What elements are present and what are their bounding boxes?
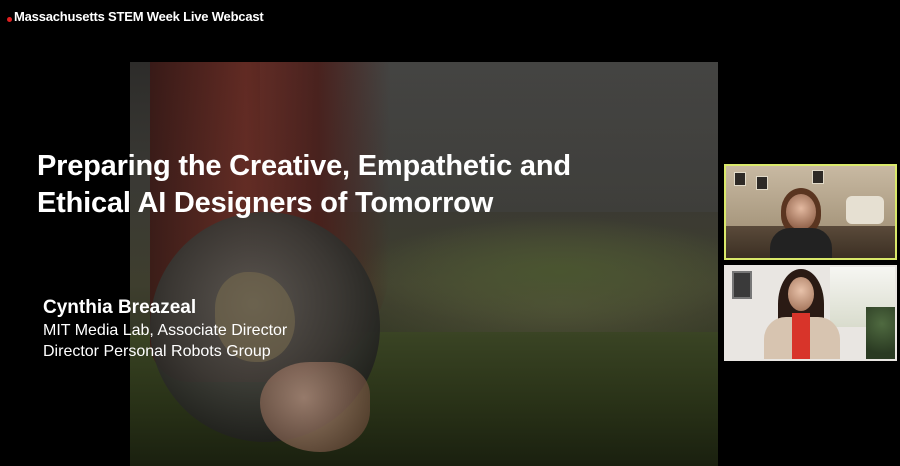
video-tile-speaker-1[interactable]: [724, 164, 897, 260]
video-tile-speaker-2[interactable]: [724, 265, 897, 361]
picture-frame: [812, 170, 824, 184]
participant-body: [770, 228, 832, 258]
slide-title-line: Ethical AI Designers of Tomorrow: [37, 187, 494, 219]
presenter-role: MIT Media Lab, Associate Director: [43, 322, 288, 339]
presenter-role: Director Personal Robots Group: [43, 343, 271, 360]
presenter-name: Cynthia Breazeal: [43, 297, 197, 318]
window-title: Massachusetts STEM Week Live Webcast: [14, 9, 264, 24]
title-bar: Massachusetts STEM Week Live Webcast: [0, 0, 900, 34]
presentation-slide: Preparing the Creative, Empathetic and E…: [0, 62, 718, 466]
slide-title-line: Preparing the Creative, Empathetic and: [37, 150, 571, 182]
plant: [866, 307, 895, 359]
slide-title: Preparing the Creative, Empathetic and E…: [37, 148, 697, 222]
picture-frame: [732, 271, 752, 299]
participant-face: [788, 277, 814, 311]
participant-face: [786, 194, 816, 230]
chair: [846, 196, 884, 224]
picture-frame: [734, 172, 746, 186]
recording-indicator-icon: [7, 17, 12, 22]
slide-background-left: [0, 62, 130, 466]
participant-top: [792, 313, 810, 359]
picture-frame: [756, 176, 768, 190]
presenter-info: Cynthia Breazeal MIT Media Lab, Associat…: [43, 296, 287, 362]
